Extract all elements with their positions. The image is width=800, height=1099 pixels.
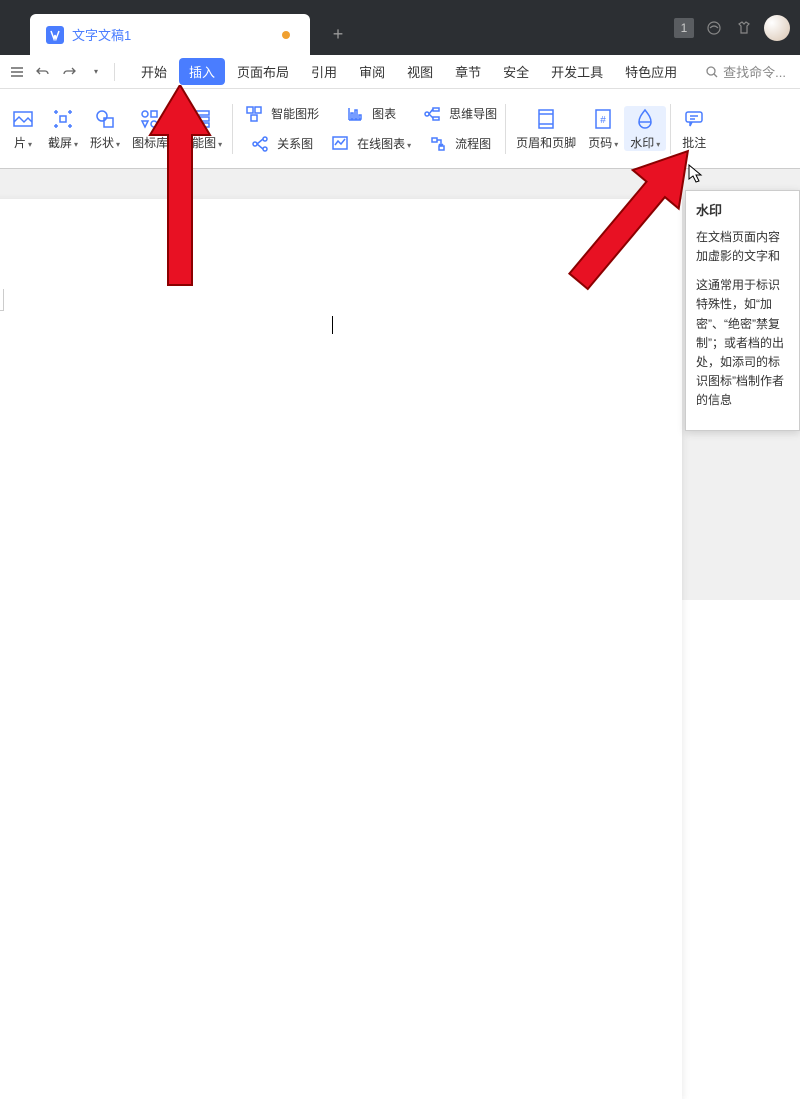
wps-doc-icon xyxy=(46,26,64,44)
tshirt-icon[interactable] xyxy=(734,18,754,38)
tab-insert[interactable]: 插入 xyxy=(179,58,225,85)
mindmap-icon xyxy=(419,101,445,127)
tab-reference[interactable]: 引用 xyxy=(301,58,347,85)
tab-chapter[interactable]: 章节 xyxy=(445,58,491,85)
ribbon-watermark[interactable]: 水印 xyxy=(624,106,666,151)
skin-icon[interactable] xyxy=(704,18,724,38)
qat-dropdown-icon[interactable] xyxy=(84,61,106,83)
document-tab[interactable]: 文字文稿1 xyxy=(30,14,310,55)
tab-page-layout[interactable]: 页面布局 xyxy=(227,58,299,85)
ribbon-icon-lib[interactable]: 图标库 xyxy=(126,106,174,151)
chart-icon xyxy=(342,101,368,127)
online-chart-icon xyxy=(327,131,353,157)
ribbon-label: 图标库 xyxy=(132,134,168,151)
tab-review[interactable]: 审阅 xyxy=(349,58,395,85)
ribbon-separator xyxy=(505,104,506,154)
ribbon-smart-group: 智能图形 关系图 xyxy=(237,89,323,168)
notification-badge[interactable]: 1 xyxy=(674,18,694,38)
ribbon: 片 截屏 形状 图标库 功能图 智能图形 关系图 图表 在线图表 xyxy=(0,89,800,169)
text-caret xyxy=(332,316,333,334)
tab-modified-indicator xyxy=(282,31,290,39)
ribbon-label: 智能图形 xyxy=(271,105,319,122)
user-avatar[interactable] xyxy=(764,15,790,41)
redo-icon[interactable] xyxy=(58,61,80,83)
ribbon-separator xyxy=(670,104,671,154)
ribbon-label: 形状 xyxy=(90,134,120,151)
ribbon-flowchart[interactable]: 流程图 xyxy=(425,131,491,157)
ribbon-smartgraphic[interactable]: 智能图形 xyxy=(241,101,319,127)
ribbon-label: 功能图 xyxy=(180,134,222,151)
tooltip-paragraph: 这通常用于标识特殊性，如“加密”、“绝密”禁复制”；或者档的出处，如添司的标识图… xyxy=(696,276,791,410)
ribbon-page-number[interactable]: # 页码 xyxy=(582,106,624,151)
svg-text:#: # xyxy=(600,115,606,126)
tab-featured[interactable]: 特色应用 xyxy=(615,58,687,85)
ribbon-label: 页眉和页脚 xyxy=(516,134,576,151)
ribbon-label: 页码 xyxy=(588,134,618,151)
search-box[interactable]: 查找命令... xyxy=(705,62,794,81)
menu-tabs: 开始 插入 页面布局 引用 审阅 视图 章节 安全 开发工具 特色应用 xyxy=(131,58,687,85)
page[interactable] xyxy=(0,199,682,1099)
tab-dev-tools[interactable]: 开发工具 xyxy=(541,58,613,85)
ribbon-label: 图表 xyxy=(372,105,396,122)
ribbon-label: 流程图 xyxy=(455,135,491,152)
new-tab-button[interactable]: + xyxy=(320,14,356,55)
shape-icon xyxy=(92,106,118,132)
tab-view[interactable]: 视图 xyxy=(397,58,443,85)
ribbon-chart-group: 图表 在线图表 xyxy=(323,89,415,168)
mouse-cursor xyxy=(688,164,704,189)
tab-start[interactable]: 开始 xyxy=(131,58,177,85)
tab-title: 文字文稿1 xyxy=(72,25,131,44)
ribbon-screenshot[interactable]: 截屏 xyxy=(42,106,84,151)
relation-icon xyxy=(247,131,273,157)
icon-lib-icon xyxy=(137,106,163,132)
titlebar: 文字文稿1 + 1 xyxy=(0,0,800,55)
titlebar-right: 1 xyxy=(674,0,790,55)
ribbon-label: 水印 xyxy=(630,134,660,151)
ribbon-mind-group: 思维导图 流程图 xyxy=(415,89,501,168)
comment-icon xyxy=(681,106,707,132)
ribbon-shape[interactable]: 形状 xyxy=(84,106,126,151)
ribbon-label: 在线图表 xyxy=(357,135,411,152)
margin-corner xyxy=(0,289,4,311)
document-area xyxy=(0,169,800,600)
ribbon-pics[interactable]: 片 xyxy=(4,106,42,151)
ribbon-chart[interactable]: 图表 xyxy=(342,101,396,127)
tab-strip: 文字文稿1 + xyxy=(30,14,356,55)
flowchart-icon xyxy=(425,131,451,157)
ribbon-feature-chart[interactable]: 功能图 xyxy=(174,106,228,151)
ribbon-label: 批注 xyxy=(682,134,706,151)
ribbon-label: 截屏 xyxy=(48,134,78,151)
feature-chart-icon xyxy=(188,106,214,132)
ribbon-relation-chart[interactable]: 关系图 xyxy=(247,131,313,157)
tab-security[interactable]: 安全 xyxy=(493,58,539,85)
ribbon-label: 片 xyxy=(14,134,32,151)
ribbon-header-footer[interactable]: 页眉和页脚 xyxy=(510,106,582,151)
smartgraphic-icon xyxy=(241,101,267,127)
undo-icon[interactable] xyxy=(32,61,54,83)
search-placeholder: 查找命令... xyxy=(723,62,786,81)
ribbon-separator xyxy=(232,104,233,154)
menu-icon[interactable] xyxy=(6,61,28,83)
ribbon-label: 关系图 xyxy=(277,135,313,152)
ribbon-comment[interactable]: 批注 xyxy=(675,106,713,151)
tooltip-paragraph: 在文档页面内容加虚影的文字和 xyxy=(696,228,791,266)
header-footer-icon xyxy=(533,106,559,132)
ribbon-mindmap[interactable]: 思维导图 xyxy=(419,101,497,127)
ribbon-label: 思维导图 xyxy=(449,105,497,122)
ribbon-online-chart[interactable]: 在线图表 xyxy=(327,131,411,157)
tooltip-title: 水印 xyxy=(696,201,791,222)
search-icon xyxy=(705,65,719,79)
page-number-icon: # xyxy=(590,106,616,132)
watermark-tooltip: 水印 在文档页面内容加虚影的文字和 这通常用于标识特殊性，如“加密”、“绝密”禁… xyxy=(685,190,800,431)
picture-icon xyxy=(10,106,36,132)
menubar: 开始 插入 页面布局 引用 审阅 视图 章节 安全 开发工具 特色应用 查找命令… xyxy=(0,55,800,89)
watermark-icon xyxy=(632,106,658,132)
screenshot-icon xyxy=(50,106,76,132)
menubar-separator xyxy=(114,63,115,81)
